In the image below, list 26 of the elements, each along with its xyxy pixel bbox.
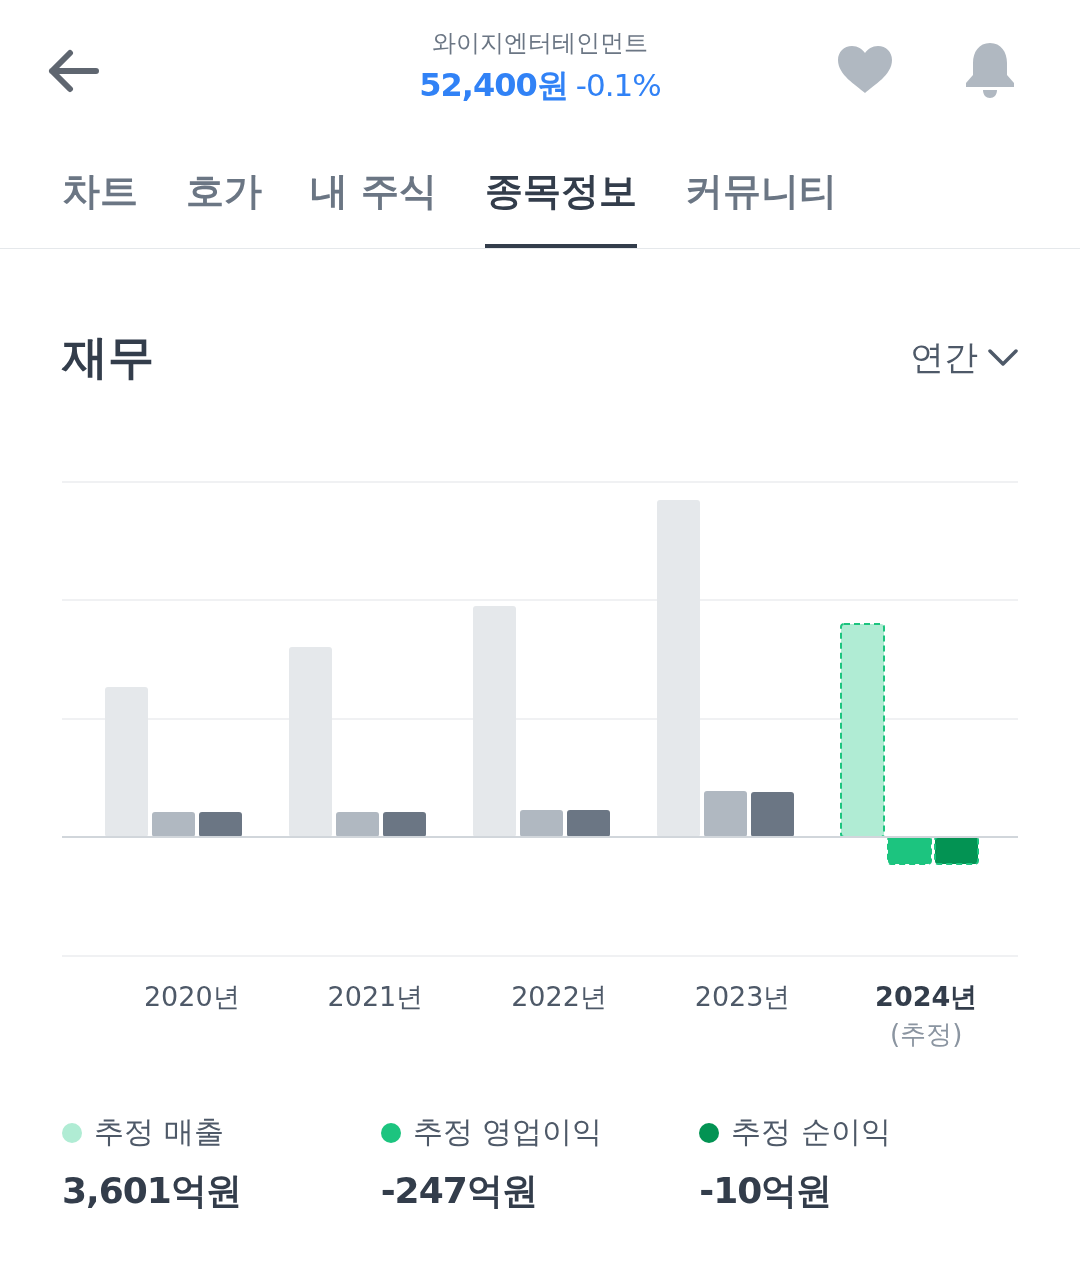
tab[interactable]: 커뮤니티 bbox=[685, 140, 838, 248]
stock-price: 52,400원 bbox=[419, 65, 568, 106]
company-name: 와이지엔터테인먼트 bbox=[432, 28, 648, 59]
year-label: 2023년 bbox=[694, 980, 791, 1014]
chevron-down-icon bbox=[988, 349, 1018, 367]
year-label: 2021년 bbox=[327, 980, 424, 1014]
estimate-note: (추정) bbox=[890, 1018, 963, 1051]
legend-label: 추정 순이익 bbox=[731, 1113, 891, 1151]
legend-value: -247억원 bbox=[380, 1169, 538, 1213]
tab[interactable]: 호가 bbox=[186, 140, 262, 248]
bell-icon[interactable] bbox=[964, 41, 1016, 99]
heart-icon[interactable] bbox=[836, 45, 894, 95]
price-change: -0.1% bbox=[575, 67, 661, 103]
back-arrow-icon[interactable] bbox=[48, 49, 100, 93]
legend-label: 추정 영업이익 bbox=[412, 1113, 603, 1151]
section-title: 재무 bbox=[62, 329, 154, 386]
tab[interactable]: 종목정보 bbox=[485, 140, 638, 248]
period-dropdown[interactable]: 연간 bbox=[910, 335, 1018, 381]
legend-label: 추정 매출 bbox=[94, 1113, 224, 1151]
tab[interactable]: 내 주식 bbox=[310, 140, 438, 248]
legend-value: -10억원 bbox=[699, 1169, 833, 1213]
year-label: 2022년 bbox=[511, 980, 607, 1014]
year-label: 2020년 bbox=[143, 980, 240, 1014]
year-label: 2024년 bbox=[875, 980, 978, 1014]
legend-value: 3,601억원 bbox=[62, 1169, 242, 1213]
tab[interactable]: 차트 bbox=[62, 140, 138, 248]
